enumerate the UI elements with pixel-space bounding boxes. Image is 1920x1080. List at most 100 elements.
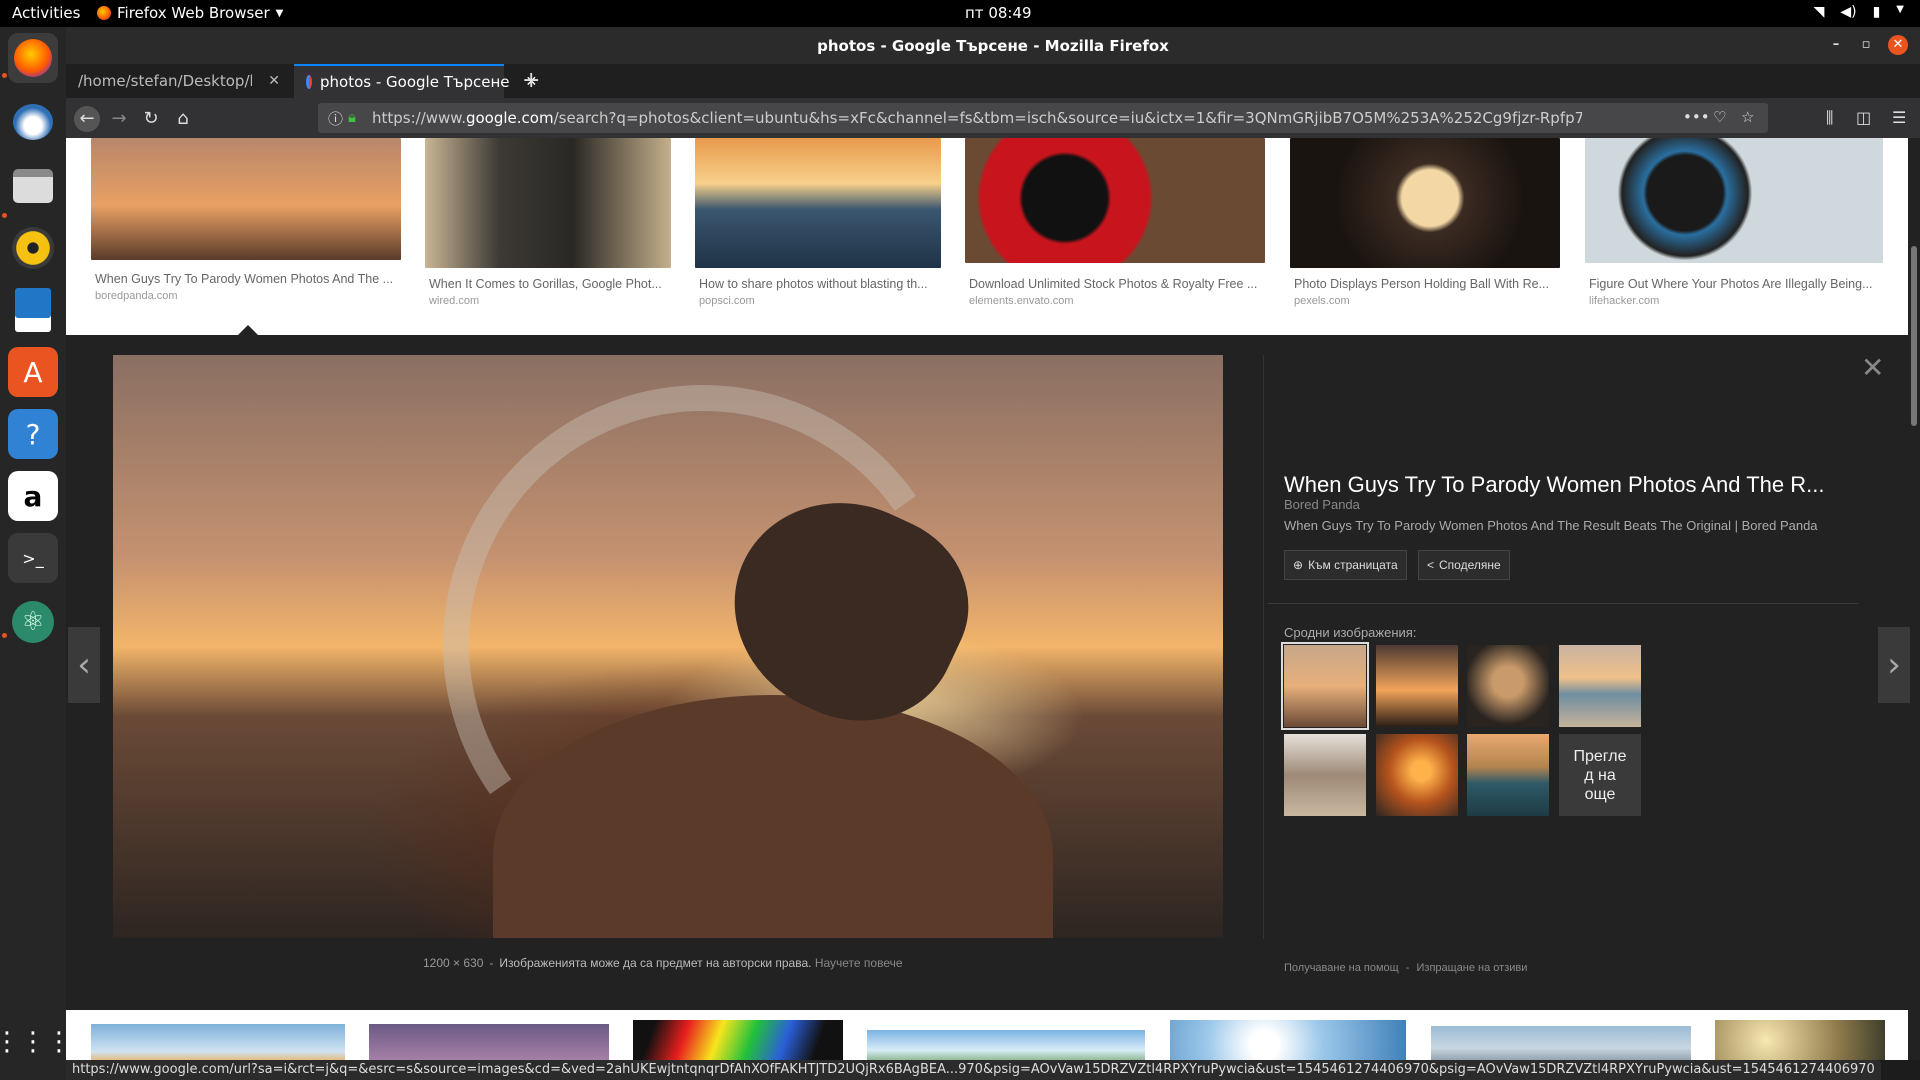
- result-image[interactable]: [633, 1020, 843, 1060]
- related-image[interactable]: [1376, 734, 1458, 816]
- result-image[interactable]: [91, 1024, 345, 1060]
- activities-button[interactable]: Activities: [12, 4, 80, 22]
- navigation-toolbar: ← → ↻ ⌂ ⓘ 🔒︎ https://www.google.com/sear…: [66, 98, 1920, 138]
- view-more-label: Прегле д на още: [1573, 747, 1627, 803]
- preview-image[interactable]: [113, 355, 1223, 938]
- related-image[interactable]: [1281, 642, 1369, 730]
- library-icon[interactable]: ⫼: [1826, 108, 1833, 128]
- result-image[interactable]: [1431, 1026, 1691, 1060]
- related-image[interactable]: [1467, 734, 1549, 816]
- result-source[interactable]: elements.envato.com: [965, 295, 1265, 307]
- result-image[interactable]: [695, 138, 941, 268]
- result-caption[interactable]: Download Unlimited Stock Photos & Royalt…: [965, 277, 1265, 291]
- close-preview-button[interactable]: ✕: [1861, 351, 1884, 384]
- image-meta: 1200 × 630- Изображенията може да са пред…: [423, 956, 903, 970]
- files-icon[interactable]: [8, 161, 58, 211]
- thunderbird-icon[interactable]: [8, 97, 58, 147]
- preview-site: Bored Panda: [1284, 497, 1360, 512]
- tab-local-file[interactable]: /home/stefan/Desktop/htm ✕: [66, 64, 292, 98]
- scrollbar-thumb[interactable]: [1911, 246, 1917, 426]
- related-image[interactable]: [1467, 645, 1549, 727]
- related-image[interactable]: [1376, 645, 1458, 727]
- learn-more-link[interactable]: Научете повече: [815, 956, 903, 970]
- related-image[interactable]: [1284, 734, 1366, 816]
- close-icon[interactable]: ✕: [268, 73, 280, 89]
- tab-google-search[interactable]: photos - Google Търсене ✕: [294, 64, 537, 98]
- visit-page-button[interactable]: ⊕ Към страницата: [1284, 550, 1407, 580]
- firefox-icon[interactable]: [8, 33, 58, 83]
- feedback-link[interactable]: Изпращане на отзиви: [1417, 962, 1528, 974]
- window-title: photos - Google Търсене - Mozilla Firefo…: [817, 37, 1169, 55]
- minimize-button[interactable]: –: [1826, 35, 1846, 55]
- image-preview-panel: 1200 × 630- Изображенията може да са пред…: [66, 335, 1910, 991]
- pocket-icon[interactable]: ♡: [1713, 108, 1726, 126]
- result-thumbnail[interactable]: When Guys Try To Parody Women Photos And…: [91, 138, 401, 302]
- terminal-icon[interactable]: >_: [8, 533, 58, 583]
- result-thumbnail[interactable]: How to share photos without blasting th.…: [695, 138, 941, 307]
- result-image[interactable]: [1585, 138, 1883, 263]
- libreoffice-writer-icon[interactable]: [8, 285, 58, 335]
- bookmark-star-icon[interactable]: ☆: [1741, 108, 1754, 126]
- url-rest: /search?q=photos&client=ubuntu&hs=xFc&ch…: [553, 109, 1582, 127]
- result-caption[interactable]: How to share photos without blasting th.…: [695, 277, 941, 291]
- result-caption[interactable]: Photo Displays Person Holding Ball With …: [1290, 277, 1560, 291]
- back-button[interactable]: ←: [74, 106, 100, 132]
- result-image[interactable]: [867, 1030, 1145, 1060]
- related-images-heading: Сродни изображения:: [1284, 625, 1417, 640]
- result-source[interactable]: pexels.com: [1290, 295, 1560, 307]
- result-thumbnail[interactable]: Download Unlimited Stock Photos & Royalt…: [965, 138, 1265, 307]
- result-caption[interactable]: Figure Out Where Your Photos Are Illegal…: [1585, 277, 1883, 291]
- previous-image-button[interactable]: ‹: [68, 627, 100, 703]
- clock[interactable]: пт 08:49: [965, 4, 1032, 22]
- amazon-icon[interactable]: a: [8, 471, 58, 521]
- result-image[interactable]: [369, 1024, 609, 1060]
- help-link[interactable]: Получаване на помощ: [1284, 962, 1399, 974]
- lock-icon[interactable]: 🔒︎: [348, 108, 356, 126]
- result-thumbnail[interactable]: Figure Out Where Your Photos Are Illegal…: [1585, 138, 1883, 307]
- home-button[interactable]: ⌂: [170, 106, 196, 132]
- copyright-notice: Изображенията може да са предмет на авто…: [499, 956, 812, 970]
- info-icon[interactable]: ⓘ: [328, 108, 343, 129]
- rhythmbox-icon[interactable]: [8, 223, 58, 273]
- view-more-button[interactable]: Прегле д на още: [1559, 734, 1641, 816]
- maximize-button[interactable]: ▫: [1856, 35, 1876, 55]
- divider: [1268, 603, 1858, 604]
- atom-icon[interactable]: ⚛: [8, 597, 58, 647]
- result-image[interactable]: [91, 138, 401, 260]
- result-thumbnail[interactable]: Photo Displays Person Holding Ball With …: [1290, 138, 1560, 307]
- url-text[interactable]: https://www.google.com/search?q=photos&c…: [372, 109, 1582, 127]
- result-source[interactable]: popsci.com: [695, 295, 941, 307]
- image-dimensions: 1200 × 630: [423, 956, 484, 970]
- help-icon[interactable]: ?: [8, 409, 58, 459]
- sidebar-icon[interactable]: ◫: [1856, 108, 1871, 127]
- result-caption[interactable]: When It Comes to Gorillas, Google Phot..…: [425, 277, 671, 291]
- related-image[interactable]: [1559, 645, 1641, 727]
- forward-button[interactable]: →: [106, 106, 132, 132]
- result-source[interactable]: boredpanda.com: [91, 290, 401, 302]
- show-applications-icon[interactable]: ⋮⋮⋮: [0, 1017, 72, 1067]
- result-caption[interactable]: When Guys Try To Parody Women Photos And…: [91, 272, 401, 286]
- result-image[interactable]: [425, 138, 671, 268]
- result-image[interactable]: [1715, 1020, 1885, 1060]
- result-thumbnail[interactable]: When It Comes to Gorillas, Google Phot..…: [425, 138, 671, 307]
- result-image[interactable]: [965, 138, 1265, 263]
- result-source[interactable]: wired.com: [425, 295, 671, 307]
- preview-title[interactable]: When Guys Try To Parody Women Photos And…: [1284, 472, 1844, 498]
- share-button[interactable]: < Споделяне: [1418, 550, 1510, 580]
- hamburger-menu-icon[interactable]: ☰: [1892, 108, 1906, 127]
- url-bar[interactable]: ⓘ 🔒︎ https://www.google.com/search?q=pho…: [318, 103, 1768, 133]
- new-tab-button[interactable]: +: [522, 68, 540, 93]
- status-bar-link-preview: https://www.google.com/url?sa=i&rct=j&q=…: [66, 1060, 1881, 1080]
- running-indicator: [2, 213, 7, 218]
- result-image[interactable]: [1170, 1020, 1406, 1060]
- next-image-button[interactable]: ›: [1878, 627, 1910, 703]
- reload-button[interactable]: ↻: [138, 106, 164, 132]
- result-source[interactable]: lifehacker.com: [1585, 295, 1883, 307]
- result-image[interactable]: [1290, 138, 1560, 268]
- page-actions-icon[interactable]: •••: [1683, 108, 1710, 126]
- ubuntu-software-icon[interactable]: A: [8, 347, 58, 397]
- app-menu[interactable]: Firefox Web Browser ▼: [97, 4, 283, 22]
- close-window-button[interactable]: ✕: [1888, 35, 1908, 55]
- system-tray[interactable]: ◥ ◀) ▮ ▼: [1814, 4, 1904, 20]
- globe-icon: ⊕: [1293, 558, 1304, 572]
